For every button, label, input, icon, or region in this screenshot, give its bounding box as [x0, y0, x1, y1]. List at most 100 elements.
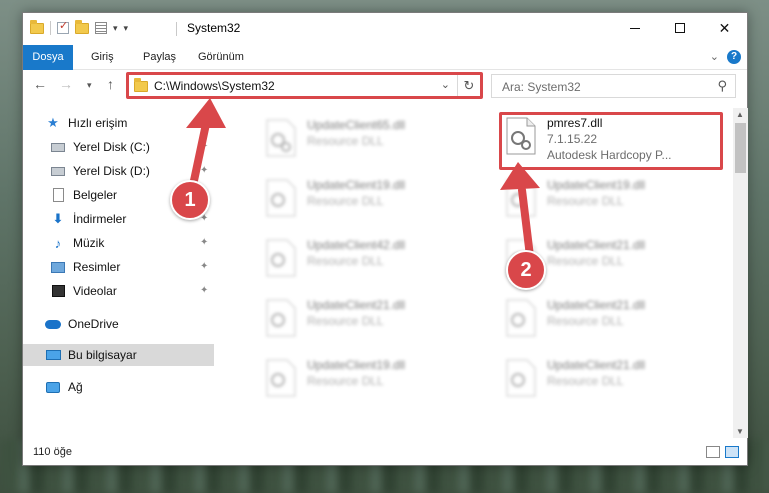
file-name: UpdateClient21.dll — [307, 298, 406, 312]
file-type: Resource DLL — [307, 254, 384, 268]
network-icon — [45, 380, 61, 394]
file-item[interactable]: UpdateClient65.dll Resource DLL — [261, 116, 491, 172]
details-view-icon[interactable] — [706, 446, 720, 458]
back-arrow-icon[interactable]: ← — [33, 76, 47, 92]
drive-icon — [50, 164, 66, 178]
pin-icon[interactable]: ✦ — [200, 285, 208, 296]
pin-icon[interactable]: ✦ — [200, 261, 208, 272]
sidebar-item-this-pc[interactable]: Bu bilgisayar — [23, 344, 214, 366]
sidebar-item-label: Yerel Disk (D:) — [73, 164, 150, 178]
scroll-down-icon[interactable]: ▼ — [736, 427, 744, 436]
sidebar-item-label: İndirmeler — [73, 212, 127, 226]
file-name: UpdateClient65.dll — [307, 118, 406, 132]
title-bar: ▾ ▾ System32 ✕ — [23, 13, 747, 45]
file-item[interactable]: UpdateClient21.dll Resource DLL — [501, 356, 731, 412]
file-name: UpdateClient19.dll — [307, 358, 406, 372]
search-input[interactable]: Ara: System32 ⚲ — [491, 74, 736, 98]
maximize-button[interactable] — [657, 13, 702, 43]
scroll-thumb[interactable] — [735, 123, 746, 173]
properties-check-icon[interactable] — [57, 19, 69, 34]
sidebar-item-quick-access[interactable]: ★ Hızlı erişim — [23, 112, 214, 134]
file-name: UpdateClient42.dll — [307, 238, 406, 252]
vertical-scrollbar[interactable]: ▲ ▼ — [733, 108, 748, 438]
minimize-icon — [629, 27, 640, 29]
address-highlight-box — [126, 72, 483, 99]
divider — [50, 21, 51, 35]
file-list: UpdateClient65.dll Resource DLL pmres7.d… — [215, 108, 733, 438]
pin-icon[interactable]: ✦ — [200, 141, 208, 152]
callout-badge-1: 1 — [170, 180, 210, 220]
sidebar-item-local-disk-d[interactable]: Yerel Disk (D:) ✦ — [23, 160, 214, 182]
forward-arrow-icon[interactable]: → — [59, 76, 73, 92]
sidebar-item-label: Resimler — [73, 260, 121, 274]
file-type: Resource DLL — [307, 134, 384, 148]
star-icon: ★ — [47, 115, 59, 130]
sidebar-item-videos[interactable]: Videolar ✦ — [23, 280, 214, 302]
tiles-view-icon[interactable] — [725, 446, 739, 458]
chevron-down-icon[interactable]: ▾ — [113, 23, 118, 34]
properties-icon[interactable] — [95, 22, 107, 34]
help-icon[interactable]: ? — [727, 50, 741, 64]
sidebar-item-network[interactable]: Ağ — [23, 376, 214, 398]
view-switcher — [706, 446, 739, 458]
dll-file-icon — [266, 179, 296, 217]
sidebar-item-label: Hızlı erişim — [68, 116, 128, 130]
status-bar: 110 öğe — [23, 441, 747, 465]
documents-icon — [50, 188, 66, 202]
file-name: UpdateClient19.dll — [307, 178, 406, 192]
cloud-icon — [45, 317, 61, 331]
file-type: Resource DLL — [547, 314, 624, 328]
file-type: Resource DLL — [547, 194, 624, 208]
file-name: UpdateClient21.dll — [547, 238, 646, 252]
scroll-up-icon[interactable]: ▲ — [736, 110, 744, 119]
sidebar-item-local-disk-c[interactable]: Yerel Disk (C:) ✦ — [23, 136, 214, 158]
file-item[interactable]: UpdateClient19.dll Resource DLL — [501, 176, 731, 232]
new-folder-icon[interactable] — [75, 19, 89, 34]
file-item[interactable]: UpdateClient19.dll Resource DLL — [261, 176, 491, 232]
dll-file-icon — [506, 179, 536, 217]
customize-toolbar-icon[interactable]: ▾ — [124, 23, 129, 34]
sidebar-item-onedrive[interactable]: OneDrive — [23, 313, 214, 335]
sidebar-item-music[interactable]: ♪ Müzik ✦ — [23, 232, 214, 254]
sidebar-item-pictures[interactable]: Resimler ✦ — [23, 256, 214, 278]
file-type: Resource DLL — [307, 374, 384, 388]
file-highlight-box — [499, 112, 723, 170]
sidebar-item-label: OneDrive — [68, 317, 119, 331]
pin-icon[interactable]: ✦ — [200, 237, 208, 248]
close-button[interactable]: ✕ — [702, 13, 747, 43]
dll-file-icon — [506, 299, 536, 337]
file-item[interactable]: UpdateClient42.dll Resource DLL — [261, 236, 491, 292]
tab-home[interactable]: Giriş — [81, 45, 124, 69]
expand-ribbon-icon[interactable]: ⌄ — [710, 50, 719, 63]
file-item[interactable]: UpdateClient21.dll Resource DLL — [261, 296, 491, 352]
sidebar-item-label: Videolar — [73, 284, 117, 298]
dll-file-icon — [266, 299, 296, 337]
sidebar-item-label: Ağ — [68, 380, 83, 394]
file-item[interactable]: UpdateClient19.dll Resource DLL — [261, 356, 491, 412]
music-icon: ♪ — [54, 235, 62, 251]
window-title: System32 — [187, 21, 241, 35]
dll-file-icon — [266, 359, 296, 397]
file-item[interactable]: UpdateClient21.dll Resource DLL — [501, 296, 731, 352]
computer-icon — [45, 348, 61, 362]
dll-file-icon — [506, 359, 536, 397]
navigation-pane: ★ Hızlı erişim Yerel Disk (C:) ✦ Yerel D… — [23, 108, 214, 438]
file-type: Resource DLL — [307, 194, 384, 208]
recent-locations-icon[interactable]: ▾ — [87, 80, 92, 91]
tab-view[interactable]: Görünüm — [188, 45, 254, 69]
pin-icon[interactable]: ✦ — [200, 165, 208, 176]
file-name: UpdateClient19.dll — [547, 178, 646, 192]
up-arrow-icon[interactable]: ↑ — [107, 76, 114, 92]
file-type: Resource DLL — [547, 374, 624, 388]
search-icon[interactable]: ⚲ — [717, 78, 727, 94]
videos-icon — [50, 284, 66, 298]
sidebar-item-label: Bu bilgisayar — [68, 348, 137, 362]
divider — [176, 22, 177, 36]
minimize-button[interactable] — [612, 13, 657, 43]
sidebar-item-label: Yerel Disk (C:) — [73, 140, 150, 154]
callout-badge-2: 2 — [506, 250, 546, 290]
drive-icon — [50, 140, 66, 154]
file-name: UpdateClient21.dll — [547, 298, 646, 312]
tab-share[interactable]: Paylaş — [133, 45, 186, 69]
maximize-icon — [674, 23, 685, 33]
